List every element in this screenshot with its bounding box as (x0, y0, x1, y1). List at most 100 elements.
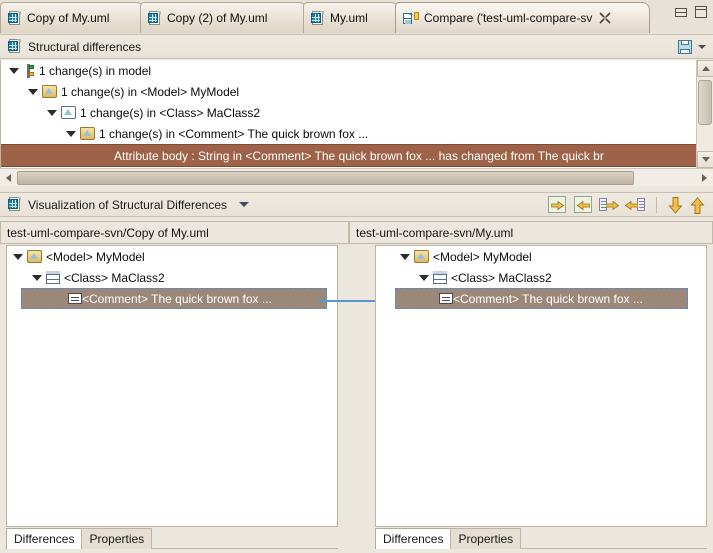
left-file-path-header: test-uml-compare-svn/Copy of My.uml (0, 221, 349, 244)
class-icon (46, 271, 60, 284)
structural-differences-header: Structural differences (0, 34, 713, 59)
tree-row-label: 1 change(s) in <Comment> The quick brown… (99, 126, 369, 141)
tree-row-label: <Model> MyModel (46, 249, 145, 264)
visualization-header: Visualization of Structural Differences (0, 192, 713, 217)
structural-differences-tree[interactable]: 1 change(s) in model 1 change(s) in <Mod… (0, 60, 696, 168)
uml-document-icon (8, 10, 22, 26)
expand-twisty-icon[interactable] (9, 67, 19, 74)
vscroll-thumb[interactable] (698, 80, 712, 125)
tree-row-label: <Class> MaClass2 (451, 270, 552, 285)
compare-icon: + (403, 10, 419, 26)
save-icon[interactable] (678, 39, 692, 54)
editor-tab-my-uml[interactable]: My.uml (303, 2, 399, 33)
model-folder-icon (80, 127, 95, 140)
change-icon (23, 63, 35, 78)
tree-row[interactable]: <Class> MaClass2 (7, 267, 337, 288)
expand-twisty-icon[interactable] (32, 274, 42, 281)
tab-label: Differences (383, 532, 444, 546)
model-folder-icon (42, 85, 57, 98)
tree-row-label: <Comment> The quick brown fox ... (453, 291, 643, 306)
next-difference-button[interactable] (668, 196, 684, 214)
editor-tab-label: Copy of My.uml (27, 11, 110, 25)
expand-twisty-icon[interactable] (13, 253, 23, 260)
structural-header-actions (678, 39, 713, 54)
view-menu-caret-icon[interactable] (239, 202, 249, 207)
tab-label: Properties (89, 532, 145, 546)
editor-tab-copy-2-of-my-uml[interactable]: Copy (2) of My.uml (140, 2, 307, 33)
tree-row[interactable]: <Model> MyModel (376, 246, 706, 267)
comment-icon (439, 293, 453, 304)
left-file-path: test-uml-compare-svn/Copy of My.uml (7, 225, 209, 240)
expand-twisty-icon[interactable] (400, 253, 410, 260)
tree-row[interactable]: 1 change(s) in <Model> MyModel (1, 81, 696, 102)
expand-twisty-icon[interactable] (28, 88, 38, 95)
maximize-icon[interactable] (695, 6, 707, 18)
previous-difference-button[interactable] (690, 196, 706, 214)
expand-twisty-icon[interactable] (66, 130, 76, 137)
copy-all-left-to-right-button[interactable] (547, 195, 567, 214)
chevron-right-icon (702, 173, 707, 182)
visualization-toolbar (547, 195, 713, 214)
expand-twisty-icon[interactable] (47, 109, 57, 116)
tree-row[interactable]: 1 change(s) in model (1, 60, 696, 81)
comment-icon (68, 293, 82, 304)
tree-row[interactable]: <Model> MyModel (7, 246, 337, 267)
editor-tab-label: Compare ('test-uml-compare-sv (424, 11, 593, 25)
model-folder-icon (27, 250, 42, 263)
highlighted-comment-row[interactable]: <Comment> The quick brown fox ... (395, 288, 688, 309)
tab-label: Differences (14, 532, 75, 546)
tab-differences-left[interactable]: Differences (6, 528, 83, 549)
highlighted-comment-row[interactable]: <Comment> The quick brown fox ... (21, 288, 327, 309)
hscroll-thumb[interactable] (17, 170, 634, 185)
scroll-up-button[interactable] (697, 60, 713, 77)
copy-current-left-to-right-button[interactable] (599, 196, 619, 214)
left-comparison-tree[interactable]: <Model> MyModel <Class> MaClass2 <Commen… (6, 245, 338, 527)
chevron-up-icon (701, 66, 710, 71)
uml-document-icon (8, 39, 22, 54)
scroll-left-button[interactable] (0, 170, 17, 186)
editor-tab-label: My.uml (330, 11, 368, 25)
tree-row-label: <Model> MyModel (433, 249, 532, 264)
tab-properties-left[interactable]: Properties (81, 528, 153, 549)
tab-label: Properties (458, 532, 514, 546)
left-panel-bottom-tabs: Differences Properties (6, 527, 338, 549)
structural-tree-hscrollbar[interactable] (0, 168, 713, 186)
class-icon (61, 106, 76, 119)
expand-twisty-icon[interactable] (419, 274, 429, 281)
uml-document-icon (311, 10, 325, 26)
tabs-filler (520, 528, 707, 549)
tree-row-label: <Class> MaClass2 (64, 270, 165, 285)
editor-tab-compare[interactable]: + Compare ('test-uml-compare-sv (395, 2, 650, 33)
structural-differences-title: Structural differences (28, 39, 142, 54)
copy-all-right-to-left-button[interactable] (573, 195, 593, 214)
compare-editor-window: Copy of My.uml Copy (2) of My.uml My.uml… (0, 0, 713, 553)
view-menu-chevron-icon[interactable] (698, 44, 706, 49)
close-icon[interactable] (599, 12, 611, 24)
tree-row[interactable]: 1 change(s) in <Comment> The quick brown… (1, 123, 696, 144)
visualization-title: Visualization of Structural Differences (28, 197, 227, 212)
tree-row[interactable]: <Class> MaClass2 (376, 267, 706, 288)
scroll-down-button[interactable] (697, 151, 713, 168)
class-icon (433, 271, 447, 284)
uml-document-icon (148, 10, 162, 26)
tree-row-label: 1 change(s) in model (39, 63, 152, 78)
tab-properties-right[interactable]: Properties (450, 528, 522, 549)
scroll-right-button[interactable] (696, 170, 713, 186)
chevron-left-icon (6, 173, 11, 182)
right-file-path-header: test-uml-compare-svn/My.uml (349, 221, 713, 244)
tree-row-label: 1 change(s) in <Class> MaClass2 (80, 105, 261, 120)
tree-row-label: <Comment> The quick brown fox ... (82, 291, 272, 306)
chevron-down-icon (701, 157, 710, 162)
copy-current-right-to-left-button[interactable] (625, 196, 645, 214)
editor-tab-copy-of-my-uml[interactable]: Copy of My.uml (0, 2, 144, 33)
structural-tree-vscrollbar[interactable] (696, 60, 713, 168)
selected-difference-row[interactable]: Attribute body : String in <Comment> The… (1, 144, 696, 167)
uml-document-icon (8, 197, 22, 212)
tab-differences-right[interactable]: Differences (375, 528, 452, 549)
right-panel-bottom-tabs: Differences Properties (375, 527, 707, 549)
right-comparison-tree[interactable]: <Model> MyModel <Class> MaClass2 <Commen… (375, 245, 707, 527)
model-folder-icon (414, 250, 429, 263)
tree-row[interactable]: 1 change(s) in <Class> MaClass2 (1, 102, 696, 123)
minimize-icon[interactable] (675, 7, 687, 17)
toolbar-separator (656, 196, 657, 213)
